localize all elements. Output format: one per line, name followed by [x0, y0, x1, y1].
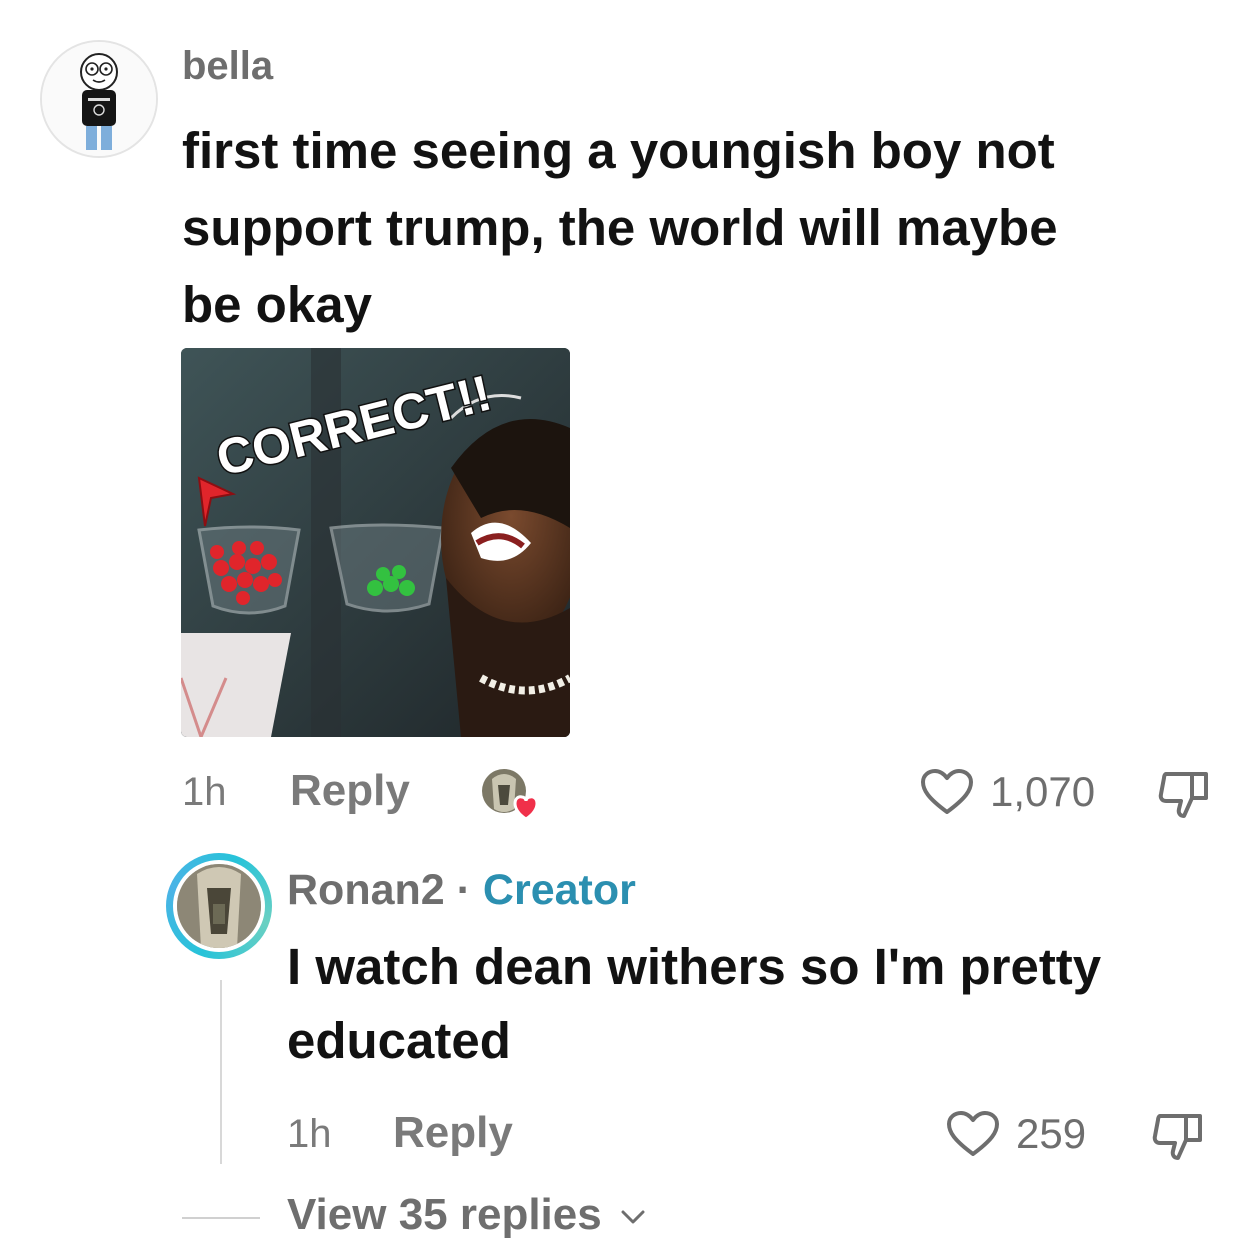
meme-image: CORRECT!! [181, 348, 570, 737]
comment-text-line: first time seeing a youngish boy not [182, 122, 1055, 179]
reply-text-line: educated [287, 1012, 511, 1069]
view-replies-label: View 35 replies [287, 1190, 602, 1239]
reply-username-row: Ronan2 · Creator [287, 866, 636, 915]
reply-reply-button[interactable]: Reply [393, 1108, 513, 1158]
reply-username[interactable]: Ronan2 [287, 866, 445, 914]
dislike-icon[interactable] [1150, 1110, 1208, 1162]
reply-text-line: I watch dean withers so I'm pretty [287, 938, 1102, 995]
comment-text-line: support trump, the world will maybe [182, 199, 1058, 256]
comment-text: first time seeing a youngish boy not sup… [182, 112, 1222, 343]
view-replies-button[interactable]: View 35 replies [287, 1190, 648, 1240]
comment-reply-button[interactable]: Reply [290, 766, 410, 816]
comment-text-line: be okay [182, 276, 372, 333]
creator-badge: Creator [482, 866, 636, 914]
commenter-username[interactable]: bella [182, 44, 273, 89]
username-separator: · [444, 866, 483, 914]
creator-avatar-photo [177, 864, 261, 948]
heart-outline-icon[interactable] [946, 1110, 1000, 1158]
reply-time: 1h [287, 1112, 332, 1156]
dislike-icon[interactable] [1156, 768, 1214, 820]
comment-time: 1h [182, 770, 227, 814]
thread-connector-line [220, 980, 222, 1164]
comment-like-count: 1,070 [990, 768, 1096, 815]
reply-text: I watch dean withers so I'm pretty educa… [287, 930, 1237, 1078]
chevron-down-icon [621, 1210, 645, 1224]
heart-outline-icon[interactable] [920, 768, 974, 816]
view-replies-divider [182, 1217, 260, 1219]
comment-attached-image[interactable]: CORRECT!! [181, 348, 570, 737]
commenter-avatar[interactable] [40, 40, 158, 158]
creator-avatar[interactable] [166, 853, 272, 959]
reply-like-count: 259 [1016, 1110, 1087, 1157]
creator-heart-badge-icon [480, 765, 544, 823]
cartoon-avatar-icon [42, 42, 156, 156]
